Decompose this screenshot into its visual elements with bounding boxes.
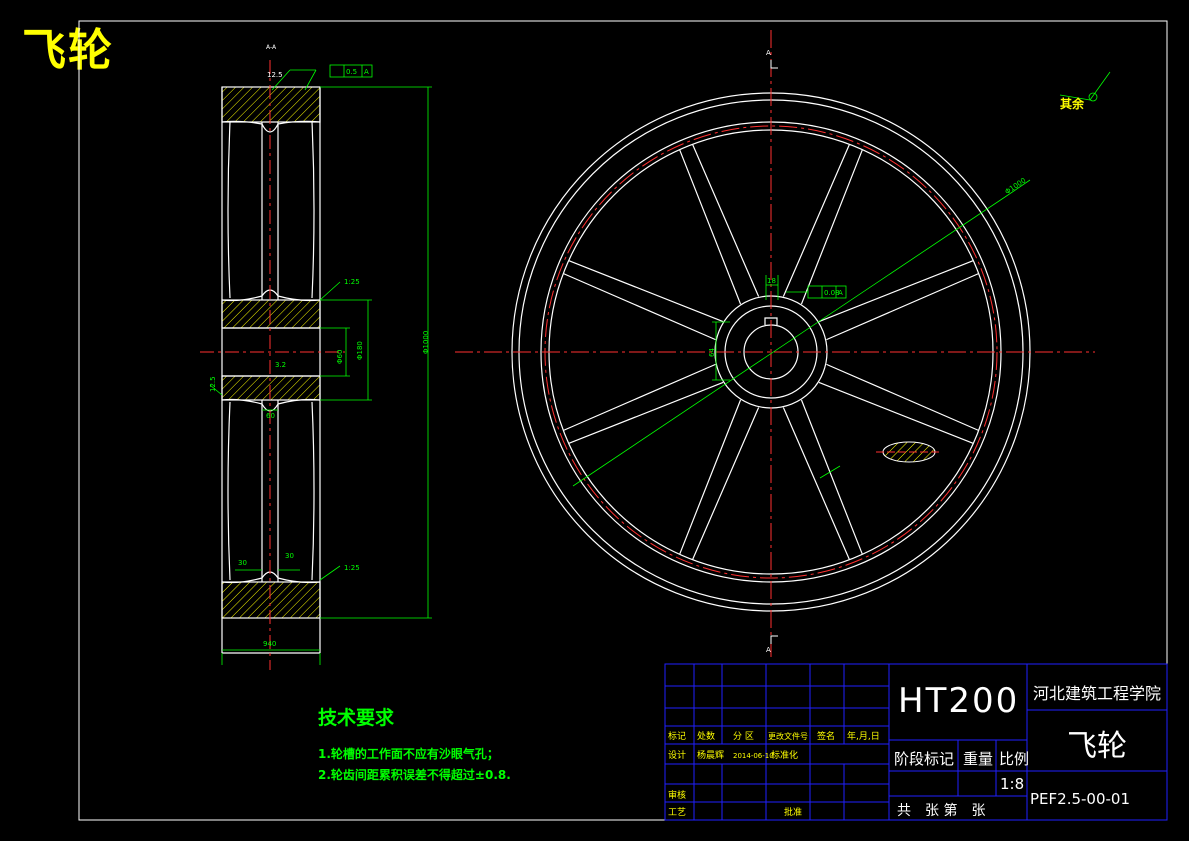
tol-top: 0.5	[346, 68, 357, 76]
header-count: 处数	[697, 730, 715, 742]
designer: 杨晨辉	[697, 749, 724, 761]
tech-item-2: 2.轮齿间距累积误差不得超过±0.8.	[318, 768, 511, 782]
process-label: 工艺	[668, 807, 686, 818]
spoke	[818, 260, 980, 341]
hub-len-dim: 60	[266, 412, 275, 420]
section-label: A-A	[266, 44, 277, 51]
title-block-text: HT200 河北建筑工程学院 飞轮 PEF2.5-00-01 阶段标记 重量 比…	[668, 681, 1161, 819]
spoke	[562, 260, 724, 341]
section-dimensions	[209, 64, 432, 665]
spoke	[782, 143, 863, 305]
scale-value: 1:8	[1000, 775, 1024, 793]
roughness-bore: 3.2	[275, 361, 286, 369]
review-label: 审核	[668, 789, 686, 801]
flywheel-drawing: A-A 940 Φ1000 Φ180 Φ60 12.5 0.5 A 1:25 1…	[78, 20, 1168, 821]
technical-requirements: 技术要求 1.轮槽的工作面不应有沙眼气孔； 2.轮齿间距累积误差不得超过±0.8…	[318, 703, 511, 786]
web-small-1: 30	[238, 559, 247, 567]
roughness-top: 12.5	[267, 71, 283, 79]
outer-dia-front: Φ1000	[1004, 176, 1028, 196]
design-date: 2014-06-10	[733, 752, 774, 760]
spoke	[679, 143, 760, 305]
hub-dia-dim: Φ180	[356, 341, 364, 360]
standardization: 标准化	[771, 749, 798, 761]
sheets-label: 共 张 第 张	[897, 802, 985, 819]
bore-dim: Φ60	[336, 350, 344, 364]
tech-heading: 技术要求	[318, 707, 395, 729]
front-centerlines	[455, 30, 1095, 660]
section-view	[221, 86, 321, 654]
roughness-side: 12.5	[209, 376, 217, 392]
header-zone: 分 区	[733, 731, 754, 742]
material: HT200	[898, 681, 1019, 721]
tol-top-ref: A	[364, 68, 369, 76]
spoke	[782, 399, 863, 561]
width-dim: 940	[263, 640, 276, 648]
school-name: 河北建筑工程学院	[1033, 684, 1161, 703]
spoke	[818, 363, 980, 444]
spoke	[679, 399, 760, 561]
outer-dia-side: Φ1000	[422, 331, 430, 354]
slope-bottom: 1:25	[344, 564, 360, 572]
spoke	[562, 363, 724, 444]
approve-label: 批准	[784, 806, 802, 818]
section-mark-top: A	[766, 49, 771, 57]
design-label: 设计	[668, 749, 686, 761]
key-depth-dim: 64	[708, 348, 716, 357]
keyway-dim: 18	[767, 277, 776, 285]
slope-top: 1:25	[344, 278, 360, 286]
header-mark: 标记	[668, 730, 686, 742]
tech-item-1: 1.轮槽的工作面不应有沙眼气孔；	[318, 747, 499, 761]
weight-label: 重量	[963, 750, 993, 768]
web-small-2: 30	[285, 552, 294, 560]
drawing-number: PEF2.5-00-01	[1030, 790, 1130, 808]
part-name: 飞轮	[1067, 729, 1127, 764]
stage-label: 阶段标记	[894, 750, 954, 768]
header-change: 更改文件号	[768, 731, 808, 741]
header-sign: 签名	[817, 730, 835, 742]
rest-roughness: 其余	[1060, 96, 1085, 111]
tol-right-ref: A	[838, 289, 843, 297]
scale-label: 比例	[999, 750, 1029, 768]
section-mark-bottom: A	[766, 646, 771, 654]
front-dimensions	[572, 71, 1111, 487]
header-date: 年,月,日	[847, 730, 880, 742]
